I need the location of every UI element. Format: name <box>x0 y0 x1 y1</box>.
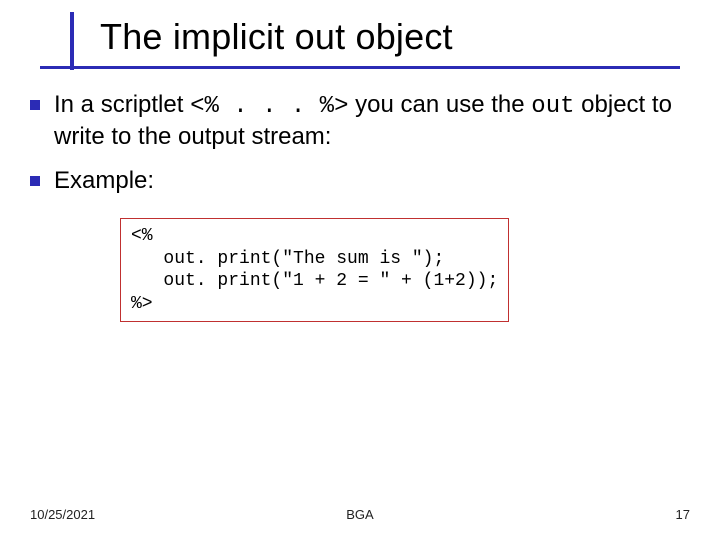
bullet-item: Example: <box>30 166 690 196</box>
text-run: Example: <box>54 167 154 194</box>
code-block: <% out. print("The sum is "); out. print… <box>120 218 509 322</box>
footer: 10/25/2021 BGA 17 <box>30 507 690 522</box>
title-horizontal-rule <box>40 66 680 69</box>
text-run: you can use the <box>349 91 532 118</box>
title-area: The implicit out object <box>70 10 700 58</box>
bullet-item: In a scriptlet <% . . . %> you can use t… <box>30 90 690 152</box>
slide: { "title": "The implicit out object", "b… <box>0 0 720 540</box>
square-bullet-icon <box>30 176 40 186</box>
text-run: In a scriptlet <box>54 91 190 118</box>
inline-code: <% . . . %> <box>190 93 348 120</box>
footer-date: 10/25/2021 <box>30 507 95 522</box>
bullet-text: Example: <box>54 166 154 196</box>
footer-author: BGA <box>30 507 690 522</box>
page-title: The implicit out object <box>70 10 700 58</box>
bullet-text: In a scriptlet <% . . . %> you can use t… <box>54 90 690 152</box>
inline-code: out <box>531 93 574 120</box>
content-area: In a scriptlet <% . . . %> you can use t… <box>30 90 690 322</box>
footer-page-number: 17 <box>676 507 690 522</box>
square-bullet-icon <box>30 100 40 110</box>
